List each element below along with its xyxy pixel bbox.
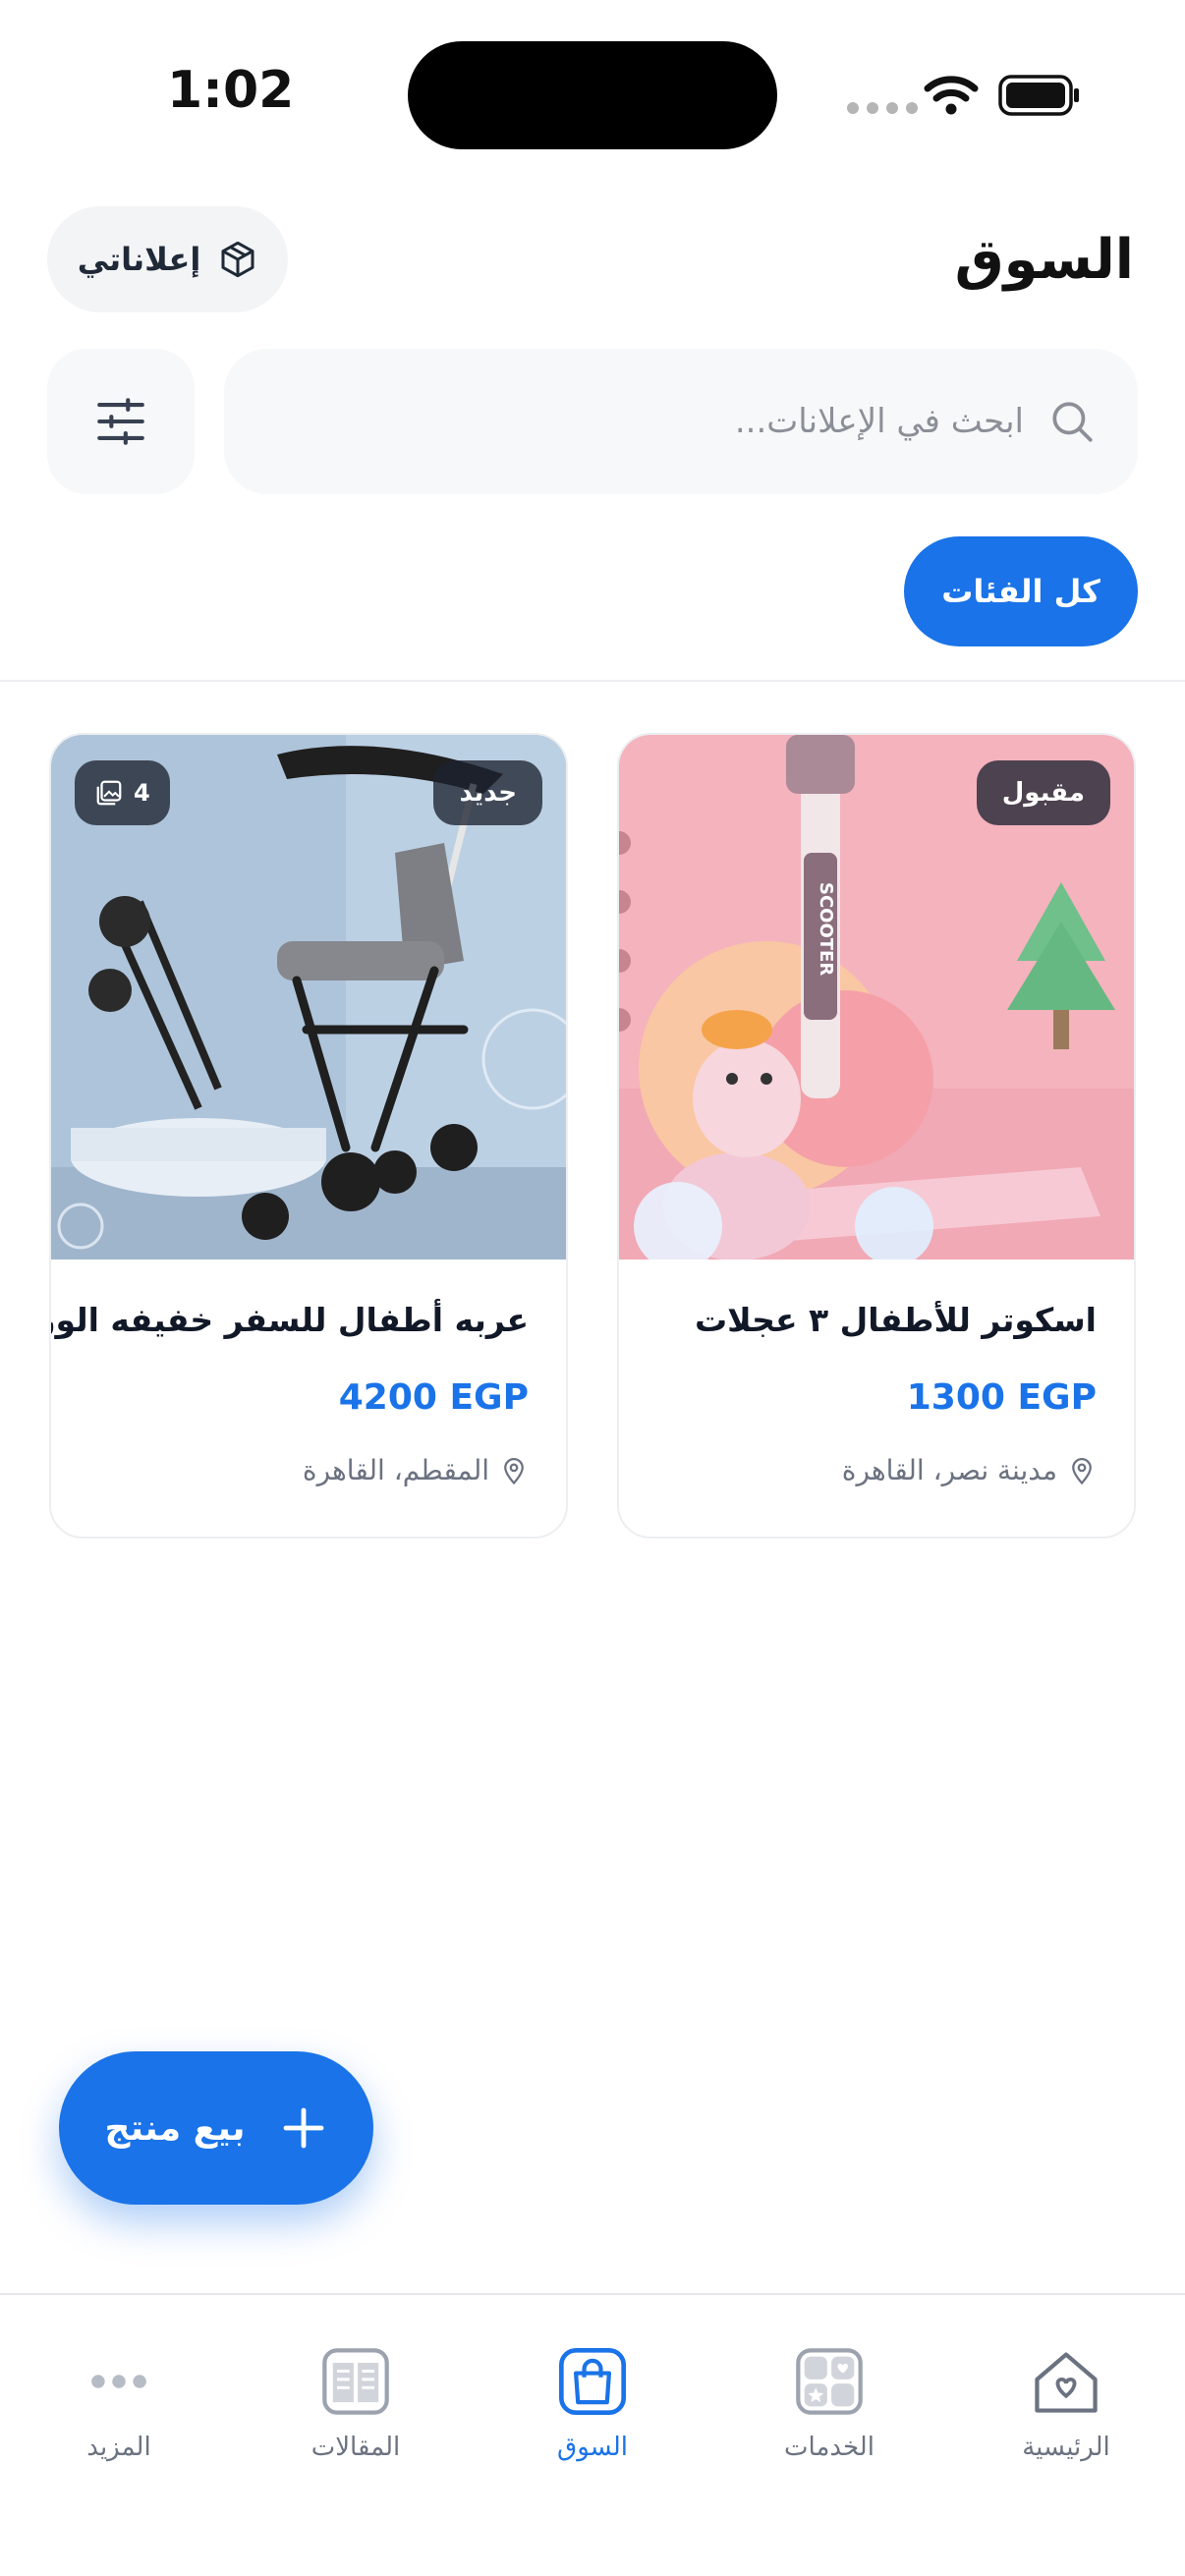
search-input[interactable] bbox=[224, 401, 1047, 442]
more-icon bbox=[91, 2375, 146, 2388]
articles-icon bbox=[322, 2348, 389, 2415]
listing-card[interactable]: جديد 4 عربه أطفال للسفر خفيفه الوزن 4200… bbox=[49, 733, 568, 1539]
listing-title: عربه أطفال للسفر خفيفه الوزن bbox=[49, 1301, 529, 1339]
filter-button[interactable] bbox=[47, 349, 195, 494]
listing-card[interactable]: SCOOTER مقبول اسكوتر للأطفال ٣ عجلات 130… bbox=[617, 733, 1136, 1539]
listing-location-text: مدينة نصر، القاهرة bbox=[841, 1454, 1057, 1486]
sell-product-label: بيع منتج bbox=[104, 2107, 246, 2149]
listing-location: المقطم، القاهرة bbox=[303, 1454, 529, 1486]
nav-item-articles[interactable]: المقالات bbox=[257, 2344, 454, 2462]
services-icon bbox=[796, 2348, 863, 2415]
nav-label-home: الرئيسية bbox=[1022, 2433, 1110, 2462]
listing-image-scooter: SCOOTER مقبول bbox=[619, 735, 1134, 1260]
divider bbox=[0, 680, 1185, 682]
listing-price: 1300 EGP bbox=[906, 1377, 1097, 1418]
condition-badge: جديد bbox=[433, 760, 542, 825]
wifi-icon bbox=[924, 76, 979, 115]
category-chip-all[interactable]: كل الفئات bbox=[904, 536, 1138, 646]
search-bar bbox=[224, 349, 1138, 494]
gallery-icon bbox=[96, 780, 122, 806]
bottom-nav: الرئيسية الخدمات السوق المقالات المزيد bbox=[0, 2293, 1185, 2576]
home-icon bbox=[1035, 2352, 1098, 2413]
listing-image-stroller: جديد 4 bbox=[51, 735, 566, 1260]
my-ads-label: إعلاناتي bbox=[77, 241, 201, 278]
sell-product-button[interactable]: بيع منتج bbox=[59, 2051, 373, 2205]
svg-text:SCOOTER: SCOOTER bbox=[816, 882, 836, 976]
page-title: السوق bbox=[954, 228, 1134, 292]
cellular-signal-icon bbox=[847, 102, 918, 114]
nav-item-market[interactable]: السوق bbox=[494, 2344, 691, 2462]
nav-label-articles: المقالات bbox=[310, 2433, 401, 2462]
sliders-icon bbox=[97, 398, 144, 445]
dynamic-island bbox=[408, 41, 777, 149]
image-count: 4 bbox=[134, 779, 150, 807]
listing-location: مدينة نصر، القاهرة bbox=[842, 1454, 1097, 1486]
battery-icon bbox=[998, 75, 1079, 116]
package-icon bbox=[221, 241, 254, 278]
nav-label-more: المزيد bbox=[86, 2433, 151, 2462]
nav-label-market: السوق bbox=[557, 2433, 628, 2462]
search-icon bbox=[1052, 402, 1093, 442]
nav-label-services: الخدمات bbox=[784, 2433, 875, 2462]
shopping-bag-icon bbox=[559, 2348, 626, 2415]
nav-item-home[interactable]: الرئيسية bbox=[968, 2344, 1164, 2462]
location-pin-icon bbox=[1072, 1457, 1092, 1484]
my-ads-button[interactable]: إعلاناتي bbox=[47, 206, 288, 312]
image-count-badge: 4 bbox=[75, 760, 170, 825]
nav-item-more[interactable]: المزيد bbox=[21, 2344, 217, 2462]
nav-item-services[interactable]: الخدمات bbox=[731, 2344, 928, 2462]
listing-title: اسكوتر للأطفال ٣ عجلات bbox=[694, 1301, 1097, 1339]
status-time: 1:02 bbox=[167, 61, 295, 120]
location-pin-icon bbox=[504, 1457, 524, 1484]
condition-badge: مقبول bbox=[976, 760, 1110, 825]
plus-icon bbox=[284, 2107, 324, 2149]
listing-location-text: المقطم، القاهرة bbox=[302, 1454, 489, 1486]
listing-price: 4200 EGP bbox=[338, 1377, 529, 1418]
